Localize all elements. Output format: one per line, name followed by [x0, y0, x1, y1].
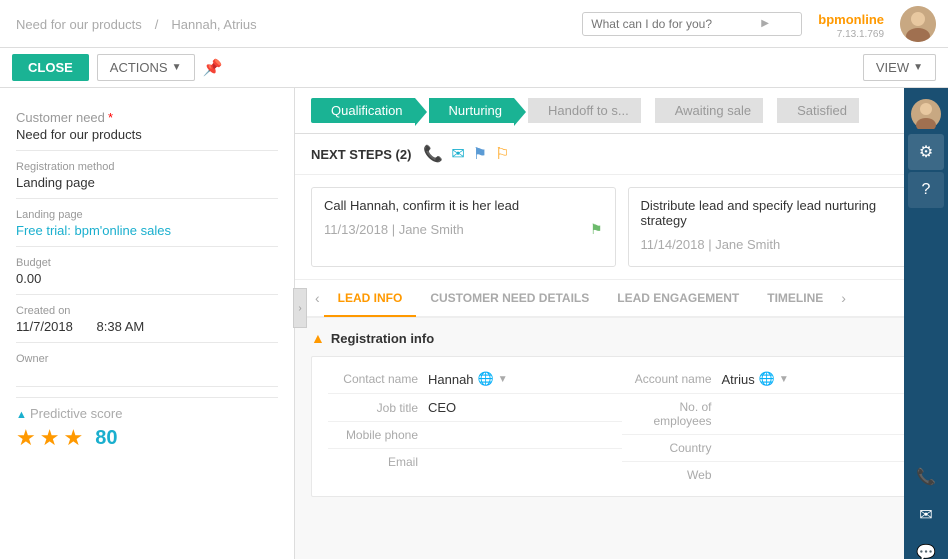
- form-row-job: Job title CEO: [328, 394, 622, 422]
- card-1: Call Hannah, confirm it is her lead 11/1…: [311, 187, 616, 267]
- brand-area: bpmonline 7.13.1.769: [818, 8, 884, 40]
- customer-need-value: Need for our products: [16, 127, 278, 151]
- avatar: [900, 6, 936, 42]
- stage-bar: Qualification Nurturing Handoff to s... …: [295, 88, 948, 134]
- action-icons: 📞 ✉ ⚑ ⚐: [423, 144, 509, 164]
- stage-handoff[interactable]: Handoff to s...: [528, 98, 641, 123]
- gear-icon[interactable]: ⚙: [908, 134, 944, 170]
- close-button[interactable]: CLOSE: [12, 54, 89, 81]
- search-input[interactable]: [591, 17, 761, 31]
- search-bar[interactable]: ▶: [582, 12, 802, 36]
- pin-icon[interactable]: 📌: [203, 58, 223, 78]
- chevron-down-icon: ▼: [913, 62, 923, 73]
- email-action-icon[interactable]: ✉: [451, 144, 464, 164]
- next-steps-title: NEXT STEPS (2): [311, 147, 411, 162]
- score-number: 80: [95, 427, 117, 450]
- view-button[interactable]: VIEW ▼: [863, 54, 936, 81]
- landing-page-value[interactable]: Free trial: bpm'online sales: [16, 223, 278, 247]
- section-collapse-icon[interactable]: ▲: [311, 330, 325, 346]
- right-sidebar: ⚙ ? 📞 ✉ 💬 🔔 2 📋: [904, 88, 948, 559]
- tab-customer-need-details[interactable]: CUSTOMER NEED DETAILS: [416, 281, 603, 317]
- page-title: Need for our products / Hannah, Atrius: [12, 13, 582, 34]
- form-grid: Contact name Hannah 🌐 ▼ Job title CEO: [311, 356, 932, 497]
- stage-satisfied[interactable]: Satisfied: [777, 98, 859, 123]
- form-row-employees: No. of employees: [622, 394, 916, 435]
- account-name-value: Atrius: [722, 372, 755, 387]
- star-3: ★: [63, 425, 83, 451]
- stage-awaiting[interactable]: Awaiting sale: [655, 98, 763, 123]
- owner-value: [16, 367, 278, 387]
- tabs-bar: ‹ LEAD INFO CUSTOMER NEED DETAILS LEAD E…: [295, 280, 948, 318]
- created-on-value: 11/7/2018 8:38 AM: [16, 319, 278, 343]
- mail-sidebar-icon[interactable]: ✉: [908, 497, 944, 533]
- phone-action-icon[interactable]: 📞: [423, 144, 443, 164]
- tabs-prev-icon[interactable]: ‹: [311, 280, 324, 316]
- section-title: Registration info: [331, 331, 434, 346]
- star-2: ★: [40, 425, 60, 451]
- stage-nurturing[interactable]: Nurturing: [429, 98, 514, 123]
- cards-row: Call Hannah, confirm it is her lead 11/1…: [295, 175, 948, 280]
- tab-lead-info[interactable]: LEAD INFO: [324, 281, 417, 317]
- card-2-date: 11/14/2018 | Jane Smith: [641, 237, 781, 252]
- phone-sidebar-icon[interactable]: 📞: [908, 459, 944, 495]
- card-2: Distribute lead and specify lead nurturi…: [628, 187, 933, 267]
- card-1-flag-icon: ⚑: [590, 221, 603, 238]
- tab-timeline[interactable]: TIMELINE: [753, 281, 837, 317]
- chat-sidebar-icon[interactable]: 💬: [908, 535, 944, 559]
- avatar-sidebar: [908, 96, 944, 132]
- bookmark-action-icon[interactable]: ⚐: [495, 144, 509, 164]
- form-row-contact: Contact name Hannah 🌐 ▼: [328, 365, 622, 394]
- card-2-text: Distribute lead and specify lead nurturi…: [641, 198, 920, 228]
- toolbar: CLOSE ACTIONS ▼ 📌 VIEW ▼: [0, 48, 948, 88]
- stage-qualification[interactable]: Qualification: [311, 98, 415, 123]
- next-steps-header: NEXT STEPS (2) 📞 ✉ ⚑ ⚐ ∧: [295, 134, 948, 175]
- left-panel: Customer need * Need for our products Re…: [0, 88, 295, 559]
- card-1-date: 11/13/2018 | Jane Smith: [324, 222, 464, 237]
- question-icon[interactable]: ?: [908, 172, 944, 208]
- star-1: ★: [16, 425, 36, 451]
- form-row-email: Email: [328, 449, 622, 475]
- contact-name-value: Hannah: [428, 372, 474, 387]
- tab-lead-engagement[interactable]: LEAD ENGAGEMENT: [603, 281, 753, 317]
- flag-action-icon[interactable]: ⚑: [473, 144, 487, 164]
- form-row-country: Country: [622, 435, 916, 462]
- registration-method-value: Landing page: [16, 175, 278, 199]
- budget-value: 0.00: [16, 271, 278, 295]
- search-arrow-icon: ▶: [761, 18, 769, 29]
- job-title-value: CEO: [428, 400, 456, 415]
- chevron-down-icon: ▼: [172, 62, 182, 73]
- contact-globe-icon[interactable]: 🌐: [478, 371, 494, 387]
- actions-button[interactable]: ACTIONS ▼: [97, 54, 195, 81]
- account-chevron-icon[interactable]: ▼: [779, 374, 789, 385]
- contact-chevron-icon[interactable]: ▼: [498, 374, 508, 385]
- tabs-next-icon[interactable]: ›: [837, 280, 850, 316]
- form-row-web: Web: [622, 462, 916, 488]
- form-row-mobile: Mobile phone: [328, 422, 622, 449]
- account-globe-icon[interactable]: 🌐: [759, 371, 775, 387]
- card-1-text: Call Hannah, confirm it is her lead: [324, 198, 603, 213]
- right-panel: Qualification Nurturing Handoff to s... …: [295, 88, 948, 559]
- form-row-account: Account name Atrius 🌐 ▼: [622, 365, 916, 394]
- lead-info-section: ▲ Registration info Contact name Hannah …: [295, 318, 948, 509]
- predictive-score: ★ ★ ★ 80: [16, 425, 278, 451]
- collapse-panel-button[interactable]: ›: [293, 288, 307, 328]
